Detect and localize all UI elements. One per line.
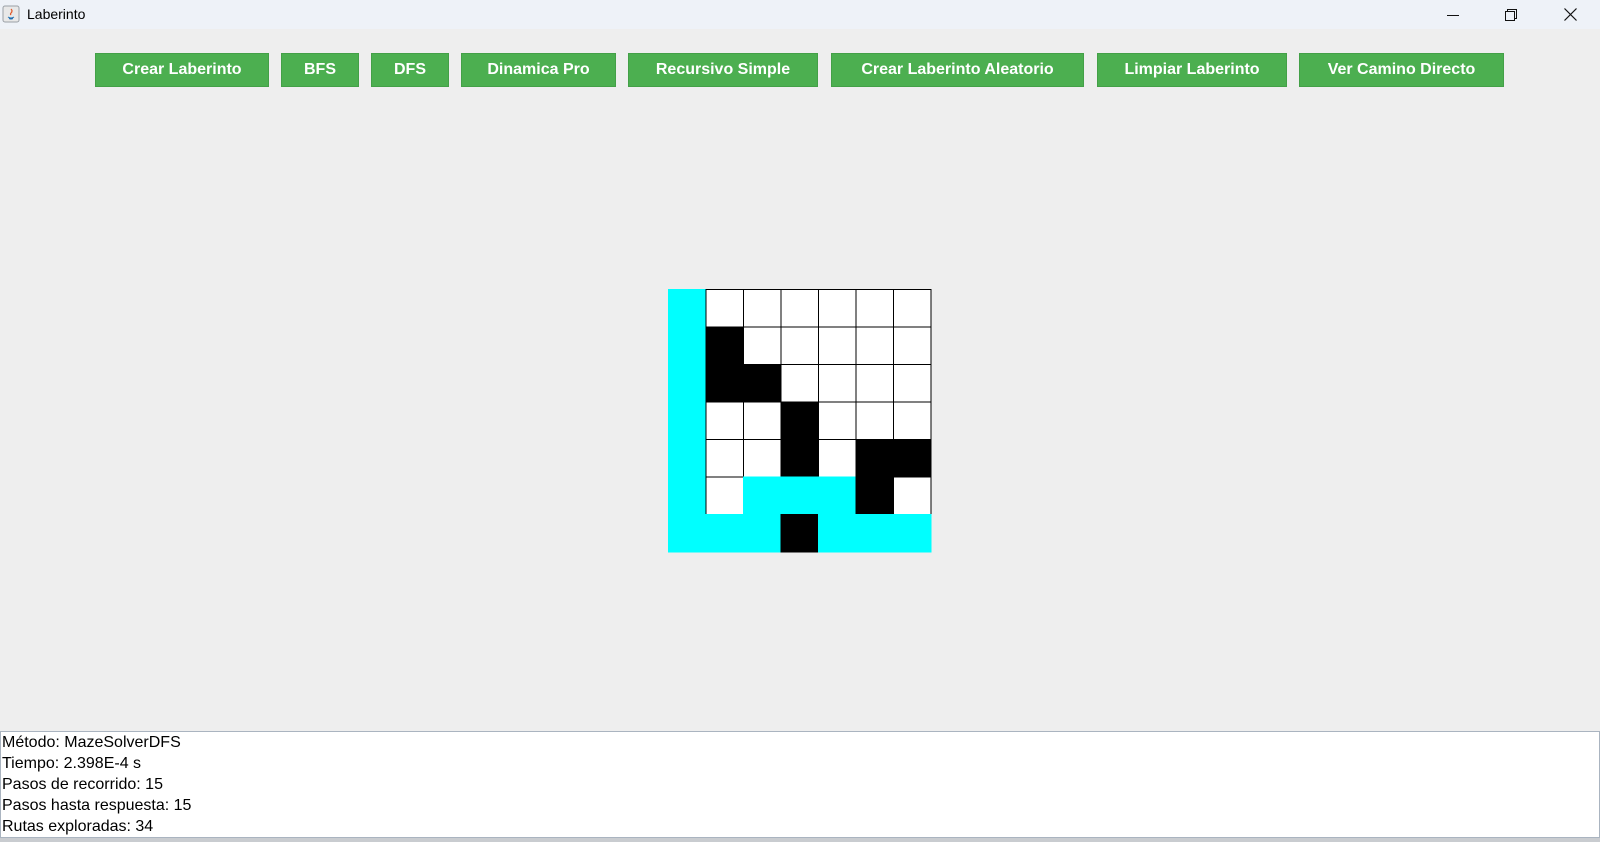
maze-cell-free[interactable] [818,326,857,365]
maze-cell-wall[interactable] [893,439,932,478]
maze-cell-path[interactable] [668,439,707,478]
maze-cell-wall[interactable] [743,364,782,403]
dinamica-pro-button[interactable]: Dinamica Pro [461,53,616,87]
maze-cell-free[interactable] [743,439,782,478]
close-icon [1563,8,1577,21]
maze-cell-free[interactable] [705,439,744,478]
maze-cell-path[interactable] [668,326,707,365]
maze-cell-wall[interactable] [855,439,894,478]
metodo-line: Método: MazeSolverDFS [2,734,181,751]
maze-cell-free[interactable] [780,289,819,328]
maze-cell-path[interactable] [743,476,782,515]
maze-cell-free[interactable] [855,364,894,403]
title-bar: Laberinto [0,0,1600,29]
restore-icon [1505,8,1517,21]
maze-cell-free[interactable] [818,364,857,403]
maze-cell-wall[interactable] [780,514,819,553]
maze-cell-wall[interactable] [780,439,819,478]
results-output-area[interactable]: Método: MazeSolverDFS Tiempo: 2.398E-4 s… [0,731,1600,838]
maze-cell-path[interactable] [893,514,932,553]
maze-cell-free[interactable] [780,364,819,403]
maze-cell-path[interactable] [668,289,707,328]
maze-cell-path[interactable] [668,514,707,553]
maze-cell-wall[interactable] [705,364,744,403]
dfs-button[interactable]: DFS [371,53,449,87]
maze-grid[interactable] [668,289,932,555]
tiempo-line: Tiempo: 2.398E-4 s [2,755,142,772]
minimize-button[interactable] [1424,0,1482,29]
maze-cell-path[interactable] [743,514,782,553]
maze-cell-free[interactable] [855,326,894,365]
maze-cell-free[interactable] [855,289,894,328]
maze-cell-path[interactable] [668,364,707,403]
java-app-icon [2,5,20,23]
crear-laberinto-button[interactable]: Crear Laberinto [95,53,269,87]
maze-cell-free[interactable] [705,289,744,328]
maze-cell-free[interactable] [705,401,744,440]
maze-cell-path[interactable] [780,476,819,515]
maze-cell-path[interactable] [818,476,857,515]
pasos-respuesta-line: Pasos hasta respuesta: 15 [2,797,192,814]
close-button[interactable] [1541,0,1599,29]
maze-cell-free[interactable] [743,289,782,328]
bfs-button[interactable]: BFS [281,53,359,87]
maze-cell-path[interactable] [705,514,744,553]
maze-cell-free[interactable] [818,401,857,440]
maze-cell-wall[interactable] [780,401,819,440]
maze-cell-free[interactable] [893,364,932,403]
maze-cell-path[interactable] [855,514,894,553]
window-title: Laberinto [27,6,86,22]
ver-camino-directo-button[interactable]: Ver Camino Directo [1299,53,1504,87]
maze-cell-free[interactable] [818,439,857,478]
maze-cell-wall[interactable] [705,326,744,365]
maze-cell-path[interactable] [668,401,707,440]
restore-button[interactable] [1482,0,1540,29]
maze-cell-path[interactable] [818,514,857,553]
maze-cell-free[interactable] [780,326,819,365]
maze-cell-path[interactable] [668,476,707,515]
crear-laberinto-aleatorio-button[interactable]: Crear Laberinto Aleatorio [831,53,1084,87]
recursivo-simple-button[interactable]: Recursivo Simple [628,53,818,87]
maze-cell-free[interactable] [893,326,932,365]
maze-cell-free[interactable] [893,401,932,440]
toolbar: Crear Laberinto BFS DFS Dinamica Pro Rec… [0,53,1600,87]
pasos-recorrido-line: Pasos de recorrido: 15 [2,776,163,793]
maze-cell-free[interactable] [705,476,744,515]
maze-cell-free[interactable] [818,289,857,328]
maze-cell-free[interactable] [855,401,894,440]
rutas-exploradas-line: Rutas exploradas: 34 [2,818,154,835]
maze-cell-wall[interactable] [855,476,894,515]
minimize-icon [1447,14,1459,16]
limpiar-laberinto-button[interactable]: Limpiar Laberinto [1097,53,1287,87]
maze-cell-free[interactable] [743,401,782,440]
maze-cell-free[interactable] [893,476,932,515]
maze-cell-free[interactable] [893,289,932,328]
maze-cell-free[interactable] [743,326,782,365]
window-bottom-edge [0,838,1600,842]
